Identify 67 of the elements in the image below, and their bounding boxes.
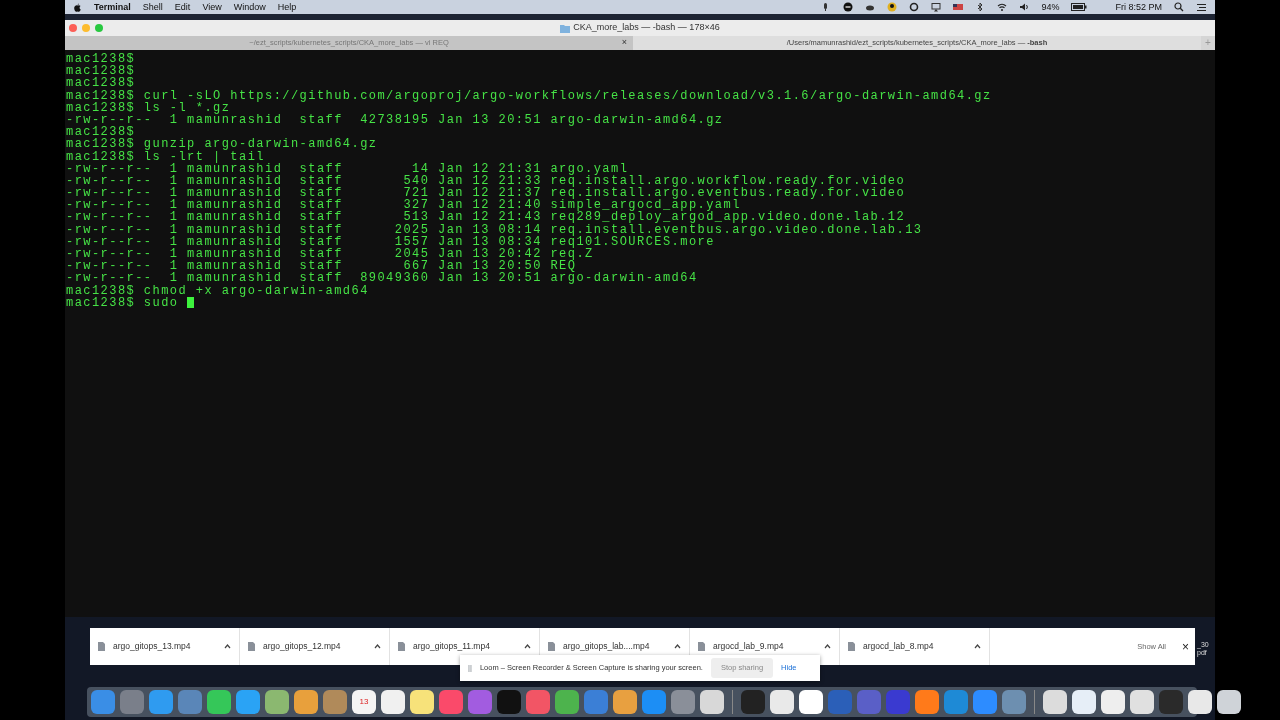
terminal-line: -rw-r--r-- 1 mamunrashid staff 14 Jan 12 21:31 argo.yaml — [66, 162, 629, 175]
close-button[interactable]: × — [1182, 637, 1189, 656]
terminal-line: mac1238$ — [66, 53, 136, 66]
terminal-line: -rw-r--r-- 1 mamunrashid staff 721 Jan 12 21:37 req.install.argo.eventbus.ready.for.video — [66, 187, 906, 200]
terminal-line: mac1238$ sudo — [66, 296, 180, 309]
app-icon[interactable] — [1043, 690, 1067, 714]
terminal-line: -rw-r--r-- 1 mamunrashid staff 2045 Jan 13 20:42 req.Z — [66, 248, 594, 261]
file-icon — [698, 642, 705, 651]
terminal-line: mac1238$ gunzip argo-darwin-amd64.gz — [66, 138, 378, 151]
window-title: CKA_more_labs — -bash — 178×46 — [573, 21, 720, 35]
menu-clock[interactable]: Fri 8:52 PM — [1115, 1, 1162, 13]
menu-item[interactable]: Shell — [142, 1, 163, 13]
file-icon — [548, 642, 555, 651]
menu-item[interactable]: View — [202, 1, 222, 13]
wifi-icon[interactable] — [997, 2, 1008, 12]
caret-icon[interactable] — [374, 644, 381, 649]
terminal-line: -rw-r--r-- 1 mamunrashid staff 540 Jan 12 21:33 req.install.argo.workflow.ready.for.video — [66, 174, 906, 188]
folder-icon — [560, 23, 571, 33]
battery-percent: 94% — [1041, 1, 1060, 13]
screen-icon[interactable] — [931, 2, 942, 12]
flag-icon[interactable] — [953, 2, 964, 12]
terminal-line: mac1238$ ls -lrt | tail — [66, 150, 265, 163]
app-icon[interactable]: 13 — [352, 690, 376, 714]
app-icon[interactable] — [1072, 690, 1096, 714]
search-icon[interactable] — [1174, 2, 1184, 12]
terminal-line: mac1238$ — [66, 126, 136, 139]
app-icon[interactable] — [1217, 690, 1241, 714]
terminal-line: -rw-r--r-- 1 mamunrashid staff 1557 Jan 13 08:34 req101.SOURCES.more — [66, 235, 715, 248]
apple-icon[interactable] — [73, 2, 82, 12]
app-icon[interactable] — [1101, 690, 1125, 714]
do-not-disturb-icon[interactable] — [843, 2, 854, 12]
terminal-line: mac1238$ — [66, 77, 136, 90]
app-icon[interactable] — [1188, 690, 1212, 714]
file-icon — [248, 642, 255, 651]
terminal-line: mac1238$ — [66, 65, 136, 78]
app-icon[interactable] — [381, 690, 405, 714]
caret-icon[interactable] — [824, 644, 831, 649]
caret-icon[interactable] — [674, 644, 681, 649]
menu-item[interactable]: Edit — [174, 1, 191, 13]
tab-close-icon[interactable]: × — [621, 36, 627, 50]
menu-icon[interactable] — [1196, 2, 1207, 12]
caret-icon[interactable] — [524, 644, 531, 649]
terminal-line: mac1238$ ls -l *.gz — [66, 101, 231, 114]
menu-item[interactable]: Window — [233, 1, 266, 13]
terminal-line: -rw-r--r-- 1 mamunrashid staff 2025 Jan 13 08:14 req.install.eventbus.argo.video.done.lab.13 — [66, 223, 923, 236]
file-icon — [98, 642, 105, 651]
app-icon[interactable] — [410, 690, 434, 714]
app-icon[interactable] — [1130, 690, 1154, 714]
terminal-line: -rw-r--r-- 1 mamunrashid staff 42738195 Jan 13 20:51 argo-darwin-amd64.gz — [66, 113, 724, 127]
file-icon — [848, 642, 855, 651]
close-button[interactable] — [69, 24, 77, 32]
file-icon — [398, 642, 405, 651]
terminal-line: mac1238$ chmod +x argo-darwin-amd64 — [66, 284, 369, 297]
menu-item[interactable]: Help — [277, 1, 297, 13]
app-menu[interactable]: Terminal — [94, 1, 131, 13]
app-icon[interactable] — [700, 690, 724, 714]
caret-icon[interactable] — [224, 644, 231, 649]
app-icon[interactable] — [770, 690, 794, 714]
app-icon[interactable] — [799, 690, 823, 714]
battery-icon[interactable] — [1071, 3, 1088, 11]
terminal-line: -rw-r--r-- 1 mamunrashid staff 513 Jan 12 21:43 req289_deploy_argod_app.video.done.lab.12 — [66, 211, 906, 224]
terminal-line: -rw-r--r-- 1 mamunrashid staff 327 Jan 12 21:40 simple_argocd_app.yaml — [66, 199, 741, 212]
terminal-line: -rw-r--r-- 1 mamunrashid staff 667 Jan 13 20:50 REQ — [66, 260, 577, 273]
terminal-line: mac1238$ curl -sLO https://github.com/argoproj/argo-workflows/releases/download/v3.1.6/argo-darwin-amd64.gz — [66, 89, 992, 102]
volume-icon[interactable] — [1019, 2, 1030, 12]
caret-icon[interactable] — [974, 644, 981, 649]
terminal-line: -rw-r--r-- 1 mamunrashid staff 89049360 Jan 13 20:51 argo-darwin-amd64 — [66, 272, 698, 285]
